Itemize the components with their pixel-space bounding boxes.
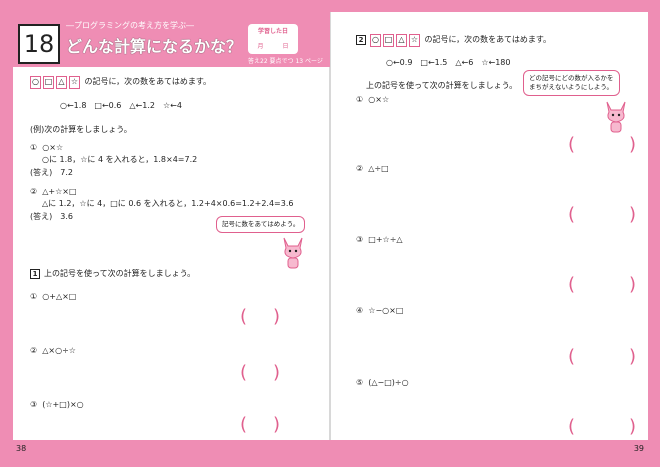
right-answer-3[interactable]: () (568, 274, 636, 300)
answer-reference: 答え22 要点でつ 13 ページ (248, 58, 323, 65)
question-2-number: 2 (356, 35, 366, 45)
example-2-work: △に 1.2，☆に 4，□に 0.6 を入れると，1.2+4×0.6=1.2+2… (42, 199, 294, 208)
study-date-label: 学習した日 (257, 28, 288, 35)
example-title: (例)次の計算をしましょう。 (30, 125, 132, 134)
right-answer-1[interactable]: () (568, 134, 636, 160)
right-item-4-number: ④ (356, 306, 364, 315)
example-2-answer: (答え) 3.6 (30, 212, 73, 221)
example-2-number: ② (30, 187, 38, 196)
circle-symbol: ○ (370, 34, 381, 47)
left-item-3-expr: (☆+□)×○ (42, 400, 84, 409)
right-item-1-number: ① (356, 95, 364, 104)
right-intro-text: の記号に，次の数をあてはめます。 (424, 35, 552, 44)
right-item-2-expr: △÷□ (368, 164, 389, 173)
example-1-number: ① (30, 143, 38, 152)
left-page-number: 38 (16, 444, 27, 453)
cat-mascot-icon (283, 237, 303, 269)
study-date-box: 学習した日 月 日 (248, 24, 298, 54)
example-1: ① ○×☆ (30, 143, 63, 152)
left-item-3: ③ (☆+□)×○ (30, 400, 84, 409)
left-item-3-number: ③ (30, 400, 38, 409)
left-item-2-expr: △×○÷☆ (42, 346, 76, 355)
page-gutter (329, 12, 331, 440)
example-1-work: ○に 1.8，☆に 4 を入れると，1.8×4=7.2 (42, 155, 198, 164)
square-symbol: □ (383, 34, 394, 47)
right-item-3-number: ③ (356, 235, 364, 244)
right-item-5: ⑤ (△−□)÷○ (356, 378, 409, 387)
triangle-symbol: △ (396, 34, 407, 47)
left-item-1-expr: ○+△×□ (42, 292, 77, 301)
cat-mascot-icon (606, 101, 626, 133)
lesson-number: 18 (18, 24, 60, 64)
lesson-title: どんな計算になるかな？ (66, 37, 243, 56)
right-item-4: ④ ☆−○×□ (356, 306, 403, 315)
right-hint-bubble: どの記号にどの数が入るかを まちがえないようにしよう。 (523, 70, 620, 96)
example-1-expr: ○×☆ (42, 143, 64, 152)
right-hint-line-1: どの記号にどの数が入るかを (529, 74, 614, 82)
left-item-1-number: ① (30, 292, 38, 301)
right-item-2: ② △÷□ (356, 164, 389, 173)
left-answer-2[interactable]: () (240, 362, 280, 388)
right-item-4-expr: ☆−○×□ (368, 306, 404, 315)
right-item-2-number: ② (356, 164, 364, 173)
right-item-1-expr: ○×☆ (368, 95, 390, 104)
right-values: ○←0.9 □←1.5 △←6 ☆←180 (386, 58, 511, 67)
right-item-5-expr: (△−□)÷○ (368, 378, 409, 387)
left-answer-3[interactable]: () (240, 414, 280, 440)
right-item-3: ③ □+☆÷△ (356, 235, 403, 244)
example-2-expr: △+☆×□ (42, 187, 77, 196)
left-hint-bubble: 記号に数をあてはめよう。 (216, 216, 306, 233)
star-symbol: ☆ (69, 76, 80, 89)
left-item-2: ② △×○÷☆ (30, 346, 76, 355)
left-item-1: ① ○+△×□ (30, 292, 76, 301)
left-intro: ○ □ △ ☆ の記号に，次の数をあてはめます。 (30, 76, 211, 89)
square-symbol: □ (43, 76, 54, 89)
right-page-number: 39 (633, 444, 644, 453)
month-label: 月 (257, 43, 264, 50)
example-1-answer: (答え) 7.2 (30, 168, 73, 177)
right-answer-2[interactable]: () (568, 204, 636, 230)
right-answer-5[interactable]: () (568, 416, 636, 442)
lesson-subtitle: ―プログラミングの考え方を学ぶ― (66, 21, 194, 30)
example-2: ② △+☆×□ (30, 187, 77, 196)
question-2-title: 上の記号を使って次の計算をしましょう。 (366, 81, 518, 90)
left-item-2-number: ② (30, 346, 38, 355)
question-1-number: 1 (30, 269, 40, 279)
left-values: ○←1.8 □←0.6 △←1.2 ☆←4 (60, 101, 182, 110)
question-1-heading: 1 上の記号を使って次の計算をしましょう。 (30, 268, 195, 279)
left-answer-1[interactable]: () (240, 306, 280, 332)
right-item-3-expr: □+☆÷△ (368, 235, 403, 244)
triangle-symbol: △ (56, 76, 67, 89)
right-answer-4[interactable]: () (568, 346, 636, 372)
day-label: 日 (282, 43, 289, 50)
circle-symbol: ○ (30, 76, 41, 89)
left-intro-text: の記号に，次の数をあてはめます。 (84, 77, 212, 86)
right-item-5-number: ⑤ (356, 378, 364, 387)
right-intro: 2 ○ □ △ ☆ の記号に，次の数をあてはめます。 (356, 34, 551, 47)
star-symbol: ☆ (409, 34, 420, 47)
question-1-title: 上の記号を使って次の計算をしましょう。 (44, 269, 196, 278)
right-hint-line-2: まちがえないようにしよう。 (529, 83, 613, 91)
right-item-1: ① ○×☆ (356, 95, 389, 104)
